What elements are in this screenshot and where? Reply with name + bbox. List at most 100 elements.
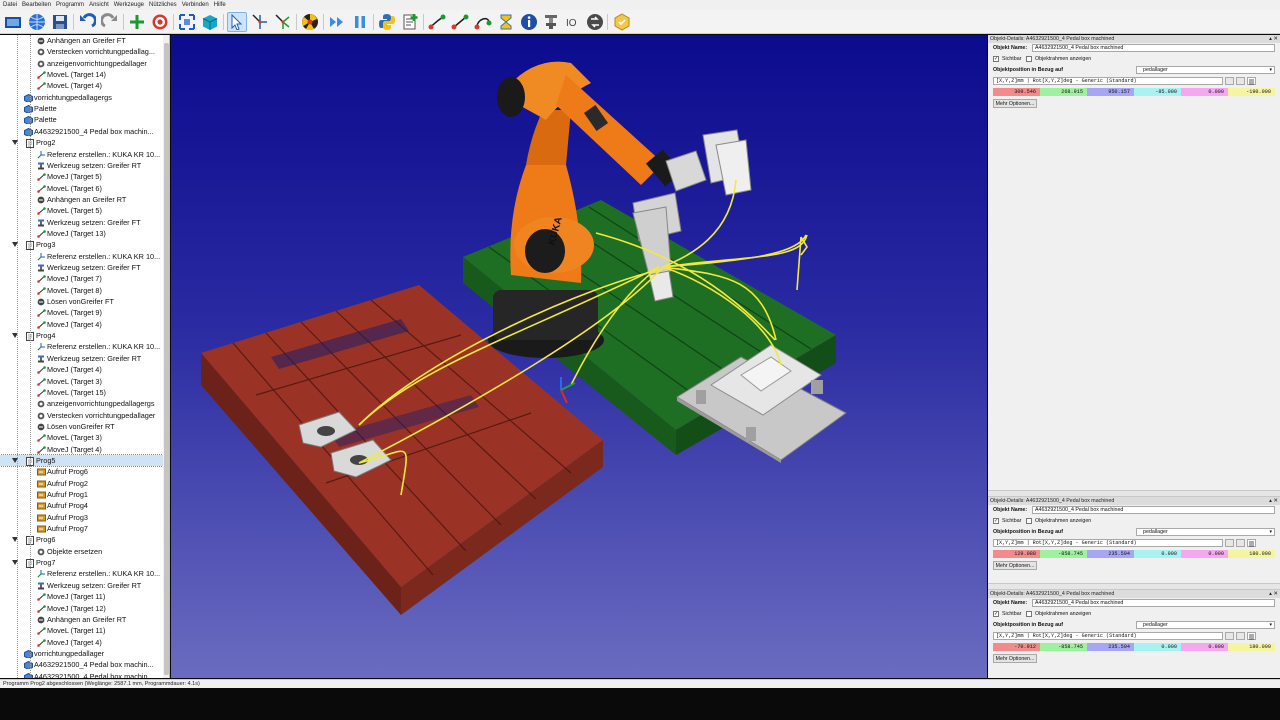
copy-pose-button[interactable]: [1225, 539, 1234, 547]
add-program-icon[interactable]: [400, 12, 420, 32]
tree-item[interactable]: vorrichtungpedallager: [0, 648, 163, 659]
tree-item[interactable]: Werkzeug setzen: Greifer RT: [0, 580, 163, 591]
tree-item[interactable]: A4632921500_4 Pedal box machin...: [0, 671, 163, 678]
tree-item[interactable]: MoveL (Target 3): [0, 376, 163, 387]
position-value-field[interactable]: 235.594: [1087, 643, 1134, 651]
tree-item[interactable]: MoveL (Target 3): [0, 432, 163, 443]
pose-menu-icon[interactable]: [1247, 77, 1256, 85]
tree-item[interactable]: MoveL (Target 9): [0, 307, 163, 318]
move-tool-icon[interactable]: [273, 12, 293, 32]
object-name-input[interactable]: A4632921500_4 Pedal box machined: [1032, 44, 1275, 52]
position-value-field[interactable]: -70.912: [993, 643, 1040, 651]
tree-program-node[interactable]: Prog5: [0, 453, 164, 468]
tree-item[interactable]: Verstecken vorrichtungpedallager: [0, 410, 163, 421]
info-icon[interactable]: [519, 12, 539, 32]
paste-pose-button[interactable]: [1236, 632, 1245, 640]
globe-icon[interactable]: [27, 12, 47, 32]
tree-item[interactable]: MoveJ (Target 4): [0, 444, 163, 455]
tree-item[interactable]: MoveL (Target 6): [0, 183, 163, 194]
move-reference-icon[interactable]: [250, 12, 270, 32]
position-value-field[interactable]: 235.594: [1087, 550, 1134, 558]
position-value-field[interactable]: 129.088: [993, 550, 1040, 558]
position-value-field[interactable]: 268.915: [1040, 88, 1087, 96]
tree-item[interactable]: Referenz erstellen.: KUKA KR 10...: [0, 149, 163, 160]
position-value-field[interactable]: 0.000: [1134, 550, 1181, 558]
set-tool-icon[interactable]: [541, 12, 561, 32]
position-value-field[interactable]: 0.000: [1134, 643, 1181, 651]
tree-item[interactable]: vorrichtungpedallagergs: [0, 92, 163, 103]
menu-item[interactable]: Programm: [56, 2, 84, 8]
menu-item[interactable]: Bearbeiten: [22, 2, 51, 8]
generate-program-icon[interactable]: [612, 12, 632, 32]
tree-scrollbar[interactable]: [163, 35, 169, 678]
save-icon[interactable]: [50, 12, 70, 32]
collision-icon[interactable]: [300, 12, 320, 32]
tree-item[interactable]: MoveJ (Target 5): [0, 171, 163, 182]
movej-instruction-icon[interactable]: [427, 12, 447, 32]
object-name-input[interactable]: A4632921500_4 Pedal box machined: [1032, 506, 1275, 514]
position-value-field[interactable]: 0.000: [1181, 88, 1228, 96]
position-value-field[interactable]: 180.000: [1228, 643, 1275, 651]
tree-item[interactable]: MoveL (Target 8): [0, 285, 163, 296]
tree-item[interactable]: Lösen vonGreifer RT: [0, 421, 163, 432]
show-frame-checkbox[interactable]: [1026, 518, 1032, 524]
position-value-field[interactable]: -85.000: [1134, 88, 1181, 96]
tree-item[interactable]: Aufruf Prog7: [0, 523, 163, 534]
menu-item[interactable]: Ansicht: [89, 2, 109, 8]
io-icon[interactable]: IO: [563, 12, 583, 32]
movec-instruction-icon[interactable]: [473, 12, 493, 32]
visible-checkbox[interactable]: ✓: [993, 56, 999, 62]
position-value-field[interactable]: 309.546: [993, 88, 1040, 96]
tree-item[interactable]: MoveL (Target 11): [0, 625, 163, 636]
tree-program-node[interactable]: Prog7: [0, 557, 163, 569]
reference-frame-select[interactable]: pedallager ▾: [1136, 621, 1275, 629]
tree-program-node[interactable]: Prog4: [0, 330, 163, 342]
tree-item[interactable]: MoveJ (Target 11): [0, 591, 163, 602]
tree-item[interactable]: MoveJ (Target 4): [0, 364, 163, 375]
tree-item[interactable]: MoveJ (Target 4): [0, 637, 163, 648]
fast-forward-icon[interactable]: [327, 12, 347, 32]
tree-item[interactable]: Palette: [0, 114, 163, 126]
3d-viewport[interactable]: KUKA: [171, 35, 987, 678]
position-value-field[interactable]: -190.000: [1228, 88, 1275, 96]
paste-pose-button[interactable]: [1236, 77, 1245, 85]
copy-pose-button[interactable]: [1225, 632, 1234, 640]
redo-icon[interactable]: [100, 12, 120, 32]
pause-instruction-icon[interactable]: [496, 12, 516, 32]
tree-item[interactable]: MoveJ (Target 13): [0, 228, 163, 239]
tree-item[interactable]: Werkzeug setzen: Greifer FT: [0, 262, 163, 273]
tree-item[interactable]: MoveJ (Target 4): [0, 319, 163, 330]
reference-frame-select[interactable]: pedallager ▾: [1136, 66, 1275, 74]
program-call-icon[interactable]: [585, 12, 605, 32]
menu-item[interactable]: Verbinden: [182, 2, 209, 8]
tree-program-node[interactable]: Prog2: [0, 137, 163, 149]
open-station-icon[interactable]: [3, 12, 23, 32]
reference-frame-select[interactable]: pedallager ▾: [1136, 528, 1275, 536]
position-value-field[interactable]: 0.000: [1181, 643, 1228, 651]
position-value-field[interactable]: 950.157: [1087, 88, 1134, 96]
paste-pose-button[interactable]: [1236, 539, 1245, 547]
tree-item[interactable]: Lösen vonGreifer FT: [0, 296, 163, 307]
tree-item[interactable]: Palette: [0, 103, 163, 115]
target-icon[interactable]: [150, 12, 170, 32]
tree-item[interactable]: MoveL (Target 4): [0, 80, 163, 91]
panel-window-buttons-icon[interactable]: ▴ ✕: [1269, 497, 1278, 505]
movel-instruction-icon[interactable]: [450, 12, 470, 32]
tree-item[interactable]: MoveL (Target 14): [0, 69, 163, 80]
undo-icon[interactable]: [77, 12, 97, 32]
tree-item[interactable]: Aufruf Prog1: [0, 489, 163, 500]
tree-item[interactable]: Anhängen an Greifer FT: [0, 35, 163, 46]
tree-item[interactable]: Anhängen an Greifer RT: [0, 614, 163, 625]
menu-item[interactable]: Datei: [3, 2, 17, 8]
pause-icon[interactable]: [350, 12, 370, 32]
select-pointer-icon[interactable]: [227, 12, 247, 32]
copy-pose-button[interactable]: [1225, 77, 1234, 85]
tree-item[interactable]: Aufruf Prog2: [0, 478, 163, 489]
position-value-field[interactable]: 180.000: [1228, 550, 1275, 558]
panel-splitter[interactable]: [988, 583, 1280, 590]
tree-item[interactable]: Objekte ersetzen: [0, 546, 163, 557]
panel-splitter[interactable]: [988, 490, 1280, 497]
tree-item[interactable]: Werkzeug setzen: Greifer RT: [0, 160, 163, 171]
show-frame-checkbox[interactable]: [1026, 56, 1032, 62]
visible-checkbox[interactable]: ✓: [993, 611, 999, 617]
